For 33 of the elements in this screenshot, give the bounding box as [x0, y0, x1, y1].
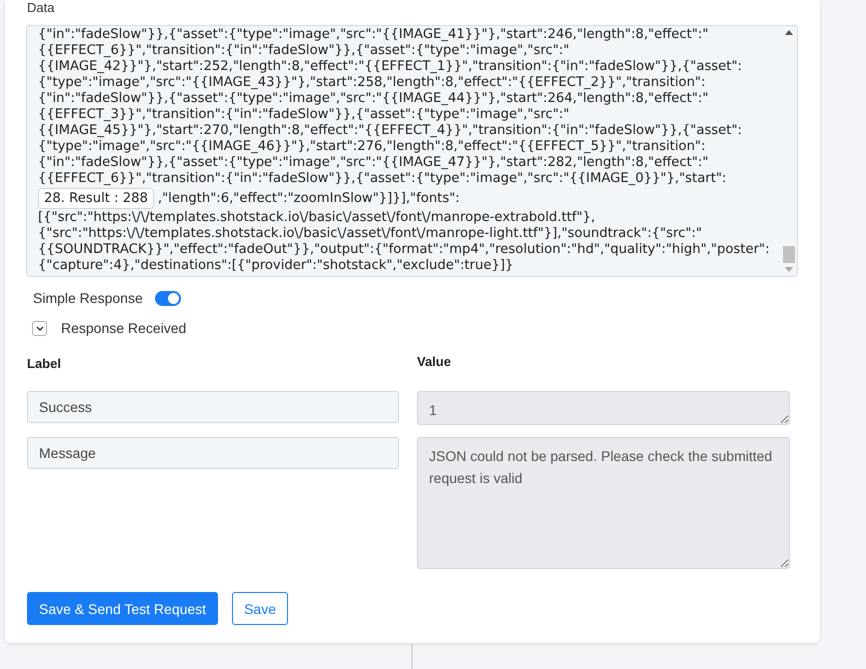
- code-line: {"in":"fadeSlow"}},{"asset":{"type":"image","src":"{{IMAGE_47}}"},"start":282,"length":8,"effect":": [38, 155, 708, 171]
- code-line: {"in":"fadeSlow"}},{"asset":{"type":"image","src":"{{IMAGE_41}}"},"start":246,"length":8,"effect":": [38, 27, 708, 43]
- label-input[interactable]: Success: [27, 391, 399, 423]
- send-button[interactable]: Save & Send Test Request: [27, 592, 218, 625]
- column-header: Label: [27, 356, 62, 371]
- code-text-field[interactable]: [26, 25, 798, 277]
- result-chip: 28. Result : 288: [38, 188, 154, 209]
- code-line: {{IMAGE_45}}"},"start":270,"length":8,"effect":"{{EFFECT_4}}","transition":{"in":"fadeSlow"}},{"asset":: [38, 123, 742, 139]
- code-line: {{IMAGE_42}}"},"start":252,"length":8,"effect":"{{EFFECT_1}}","transition":{"in":"fadeSlow"}},{"asset":: [38, 59, 742, 75]
- code-line: {"capture":4},"destinations":[{"provider":"shotstack","exclude":true}]}: [38, 258, 514, 274]
- code-line: {"src":"https:\/\/templates.shotstack.io\/basic\/asset\/font\/manrope-light.ttf"}],"soundtrack":{"src":": [38, 226, 702, 242]
- column-header: Value: [417, 354, 452, 371]
- toggle-switch[interactable]: [154, 290, 181, 306]
- scrollbar-thumb[interactable]: [783, 246, 795, 263]
- code-line: ,"length":6,"effect":"zoomInSlow"}]}],"fonts":: [158, 190, 460, 206]
- chevron-icon: [36, 326, 44, 330]
- code-line: {"type":"image","src":"{{IMAGE_46}}"},"start":276,"length":8,"effect":"{{EFFECT_5}}","transition":: [38, 139, 706, 155]
- scrollbar[interactable]: [781, 26, 797, 276]
- code-line: {"in":"fadeSlow"}},{"asset":{"type":"image","src":"{{IMAGE_44}}"},"start":264,"length":8,"effect":": [38, 91, 708, 107]
- code-line: {"type":"image","src":"{{IMAGE_43}}"},"start":258,"length":8,"effect":"{{EFFECT_2}}","transition":: [38, 75, 706, 91]
- save-button[interactable]: Save: [232, 592, 288, 625]
- section-title: Response Received: [61, 320, 186, 336]
- toggle-label: Simple Response: [33, 290, 143, 306]
- code-line: [{"src":"https:\/\/templates.shotstack.io\/basic\/asset\/font\/manrope-extrabold.ttf"},: [38, 210, 596, 226]
- code-line: {{SOUNDTRACK}}","effect":"fadeOut"}},"output":{"format":"mp4","resolution":"hd","quality":"high","poster":: [38, 242, 770, 258]
- scroll-down-icon[interactable]: [785, 267, 793, 272]
- code-line: {{EFFECT_3}}","transition":{"in":"fadeSlow"}},{"asset":{"type":"image","src":": [38, 107, 570, 123]
- expand-button[interactable]: [32, 320, 47, 336]
- code-line: {{EFFECT_6}}","transition":{"in":"fadeSlow"}},{"asset":{"type":"image","src":": [38, 43, 570, 59]
- label-input[interactable]: Message: [27, 437, 399, 469]
- field-label: Data: [27, 0, 56, 17]
- scroll-up-icon[interactable]: [785, 30, 793, 35]
- code-line: {{EFFECT_6}}","transition":{"in":"fadeSlow"}},{"asset":{"type":"image","src":"{{IMAGE_0}}"},"start":: [38, 171, 726, 187]
